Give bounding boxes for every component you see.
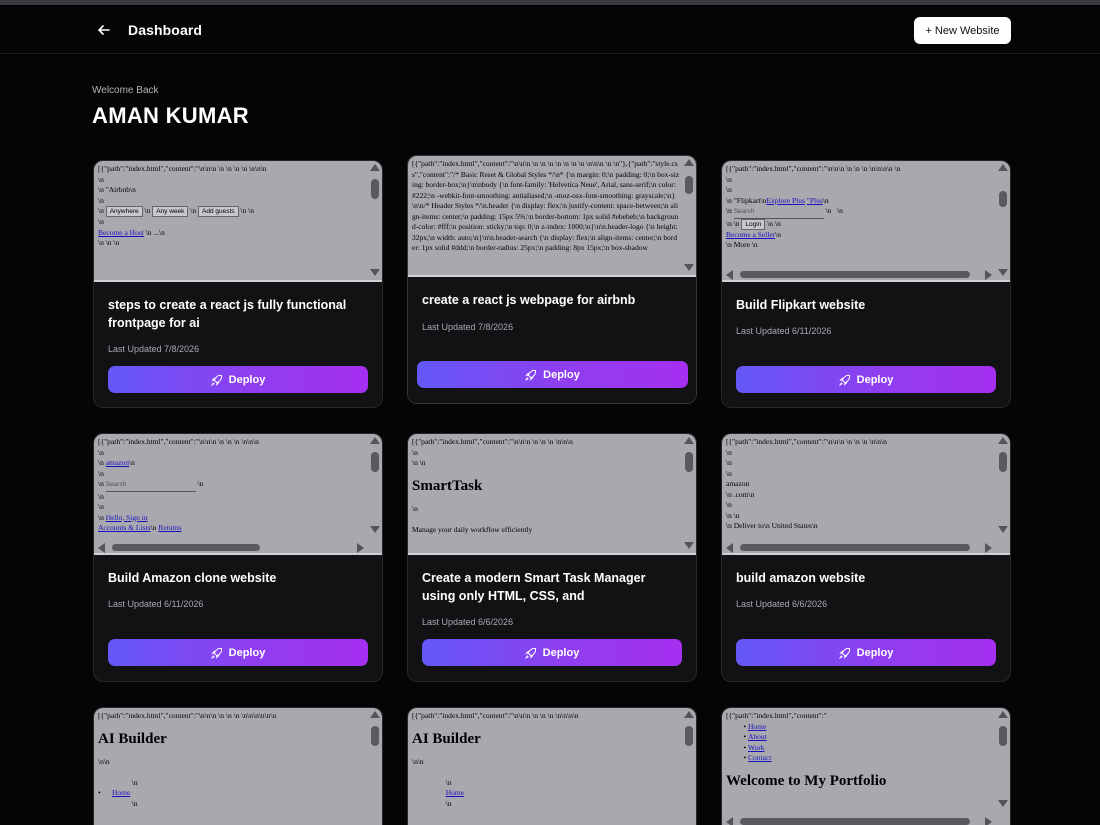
deploy-button[interactable]: Deploy [108,366,368,393]
project-card[interactable]: [{"path":"index.html","content":"\n\n\n … [407,155,697,404]
vertical-scrollbar[interactable] [996,708,1010,825]
last-updated: Last Updated 6/11/2026 [736,326,832,336]
project-card[interactable]: [{"path":"index.html","content":"\n\n\n … [93,707,383,825]
deploy-label: Deploy [228,646,266,659]
preview-content: [{"path":"index.html","content":"\n\n\n … [98,437,259,532]
rocket-icon [210,647,222,659]
vertical-scrollbar[interactable] [996,161,1010,280]
deploy-button[interactable]: Deploy [417,361,688,388]
project-card[interactable]: [{"path":"index.html","content":"\n\n\n … [721,433,1011,682]
project-preview: [{"path":"index.html","content":"\n\n\n … [408,156,696,277]
project-title: create a react js webpage for airbnb [422,293,636,307]
deploy-label: Deploy [542,646,580,659]
horizontal-scrollbar[interactable] [722,541,996,553]
page-title: Dashboard [128,22,203,38]
project-preview: [{"path":"index.html","content":"\n\n\n … [722,434,1010,555]
rocket-icon [524,647,536,659]
deploy-label: Deploy [856,373,894,386]
preview-content: [{"path":"index.html","content":"\n\n\n … [726,437,887,530]
project-title: Build Amazon clone website [108,571,277,585]
preview-content: [{"path":"index.html","content":" • Home… [726,711,887,789]
last-updated: Last Updated 6/6/2026 [422,617,514,627]
project-preview: [{"path":"index.html","content":"\n\n\n … [94,434,382,555]
vertical-scrollbar[interactable] [682,708,696,825]
deploy-label: Deploy [856,646,894,659]
deploy-label: Deploy [543,368,580,381]
vertical-scrollbar[interactable] [368,161,382,280]
vertical-scrollbar[interactable] [368,434,382,553]
new-website-button[interactable]: + New Website [914,17,1011,44]
project-preview: [{"path":"index.html","content":"\n\n\n … [94,708,382,825]
user-name: AMAN KUMAR [92,103,249,128]
preview-content: [{"path":"index.html","content":"\n\n\n … [412,159,680,252]
project-preview: [{"path":"index.html","content":"\n\n\n … [94,161,382,282]
back-arrow-icon[interactable] [92,18,116,42]
horizontal-scrollbar[interactable] [722,268,996,280]
last-updated: Last Updated 6/6/2026 [736,599,828,609]
deploy-button[interactable]: Deploy [108,639,368,666]
preview-content: [{"path":"index.html","content":"\n\n\n … [98,164,267,247]
project-title: build amazon website [736,571,866,585]
project-card[interactable]: [{"path":"index.html","content":"\n\n\n … [721,160,1011,408]
rocket-icon [210,374,222,386]
vertical-scrollbar[interactable] [682,434,696,553]
project-card[interactable]: [{"path":"index.html","content":"\n\n\n … [93,433,383,682]
deploy-button[interactable]: Deploy [422,639,682,666]
rocket-icon [525,369,537,381]
rocket-icon [838,647,850,659]
vertical-scrollbar[interactable] [996,434,1010,553]
project-preview: [{"path":"index.html","content":" • Home… [722,708,1010,825]
last-updated: Last Updated 7/8/2026 [108,344,200,354]
welcome-text: Welcome Back [92,85,159,96]
project-preview: [{"path":"index.html","content":"\n\n\n … [408,434,696,555]
project-preview: [{"path":"index.html","content":"\n\n\n … [408,708,696,825]
preview-content: [{"path":"index.html","content":"\n\n\n … [412,437,573,534]
deploy-button[interactable]: Deploy [736,639,996,666]
rocket-icon [838,374,850,386]
project-title: Create a modern Smart Task Manager using… [422,571,646,603]
project-title: Build Flipkart website [736,298,866,312]
project-card[interactable]: [{"path":"index.html","content":"\n\n\n … [407,433,697,682]
deploy-label: Deploy [228,373,266,386]
preview-content: [{"path":"index.html","content":"\n\n\n … [412,711,579,808]
horizontal-scrollbar[interactable] [722,815,996,825]
vertical-scrollbar[interactable] [682,156,696,275]
project-card[interactable]: [{"path":"index.html","content":" • Home… [721,707,1011,825]
top-header: Dashboard + New Website [0,5,1100,54]
project-preview: [{"path":"index.html","content":"\n\n\n … [722,161,1010,282]
project-card[interactable]: [{"path":"index.html","content":"\n\n\n … [93,160,383,408]
preview-content: [{"path":"index.html","content":"\n\n\n … [726,164,901,249]
last-updated: Last Updated 7/8/2026 [422,322,514,332]
vertical-scrollbar[interactable] [368,708,382,825]
project-title: steps to create a react js fully functio… [108,298,347,330]
horizontal-scrollbar[interactable] [94,541,368,553]
project-card[interactable]: [{"path":"index.html","content":"\n\n\n … [407,707,697,825]
deploy-button[interactable]: Deploy [736,366,996,393]
preview-content: [{"path":"index.html","content":"\n\n\n … [98,711,277,808]
last-updated: Last Updated 6/11/2026 [108,599,204,609]
